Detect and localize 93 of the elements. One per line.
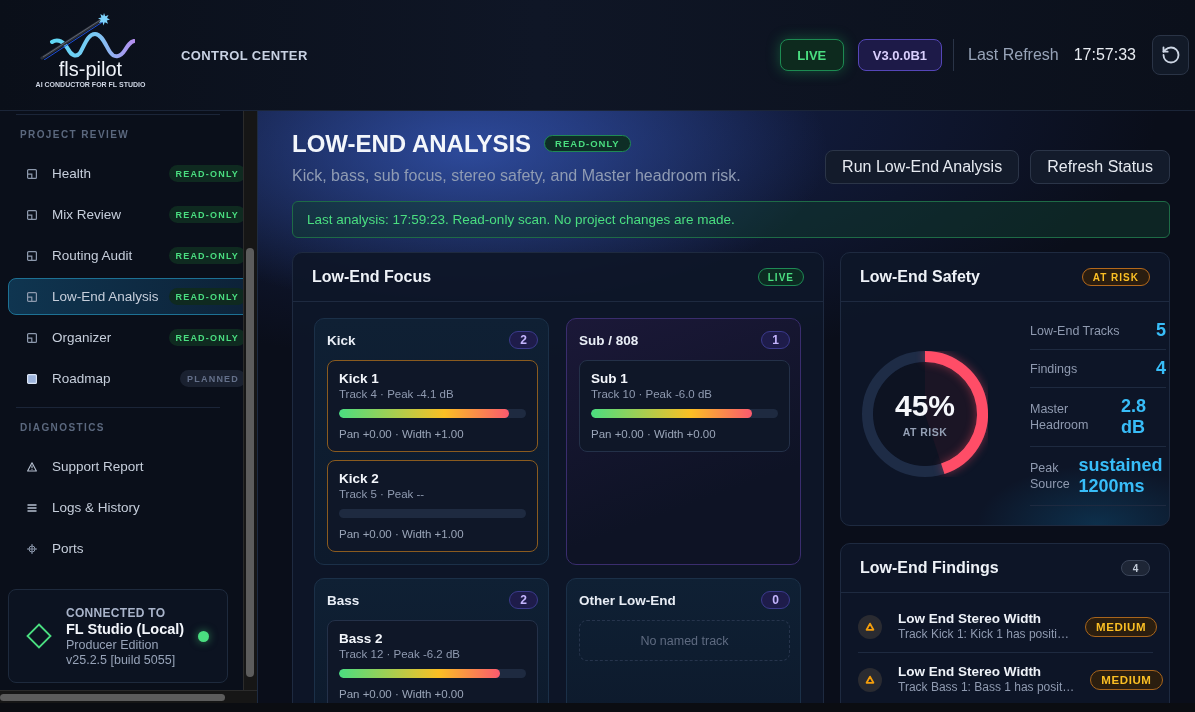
- finding-description: Track Bass 1: Bass 1 has posit…: [898, 680, 1075, 695]
- action-button[interactable]: Run Low-End Analysis: [825, 150, 1020, 184]
- track-detail: Pan +0.00 · Width +0.00: [339, 687, 465, 701]
- connection-name: FL Studio (Local): [66, 620, 185, 638]
- track-name: Kick 1: [339, 370, 380, 387]
- panel-icon: [27, 168, 37, 179]
- page-subtitle: Kick, bass, sub focus, stereo safety, and Master headroom risk.: [292, 166, 741, 186]
- filled-square-icon: [27, 373, 37, 384]
- live-status-badge: LIVE: [779, 39, 844, 71]
- count-badge: 2: [509, 331, 538, 349]
- warning-icon: [858, 667, 882, 692]
- nav-item[interactable]: Low-End Analysis READ-ONLY: [8, 278, 243, 315]
- panel-icon: [27, 209, 37, 220]
- gauge-value: 45%: [894, 388, 955, 423]
- stat-label: Low-End Tracks: [1030, 322, 1120, 339]
- page-title: LOW-END ANALYSIS: [292, 129, 532, 158]
- mode-badge: READ-ONLY: [168, 165, 243, 182]
- crosshair-icon: [27, 543, 37, 554]
- severity-badge: MEDIUM: [1090, 669, 1163, 690]
- track-meta: Track 4 · Peak -4.1 dB: [339, 387, 455, 401]
- nav-item[interactable]: Support Report: [8, 448, 243, 485]
- track-name: Sub 1: [591, 370, 629, 387]
- nav-item[interactable]: Logs & History: [8, 489, 243, 526]
- panel-icon: [27, 291, 37, 302]
- stat-label: Master Headroom: [1030, 401, 1090, 433]
- wand-wave-icon: [40, 12, 135, 60]
- connection-heading: CONNECTED TO: [66, 604, 167, 621]
- group-title: Kick: [327, 332, 356, 348]
- section-heading: DIAGNOSTICS: [20, 422, 106, 434]
- read-only-badge: READ-ONLY: [544, 135, 631, 152]
- track-detail: Pan +0.00 · Width +0.00: [591, 427, 717, 441]
- mode-badge: READ-ONLY: [168, 288, 243, 305]
- group-title: Sub / 808: [579, 332, 639, 348]
- nav-item[interactable]: Organizer READ-ONLY: [8, 319, 243, 356]
- section-heading: PROJECT REVIEW: [20, 129, 131, 141]
- panel-icon: [27, 250, 37, 261]
- mode-badge: READ-ONLY: [168, 247, 243, 264]
- warning-icon: [27, 461, 37, 472]
- action-button[interactable]: Refresh Status: [1030, 150, 1170, 184]
- gauge-label: AT RISK: [902, 425, 948, 439]
- logo-text: fls-pilot: [58, 60, 123, 79]
- refresh-time: 17:57:33: [1073, 46, 1136, 64]
- panel-icon: [27, 332, 37, 343]
- track-meta: Track 10 · Peak -6.0 dB: [591, 387, 713, 401]
- scrollbar-thumb[interactable]: [246, 248, 254, 677]
- track-detail: Pan +0.00 · Width +1.00: [339, 527, 465, 541]
- severity-badge: MEDIUM: [1084, 616, 1158, 637]
- mode-badge: PLANNED: [180, 370, 243, 387]
- version-badge: V3.0.0B1: [857, 39, 942, 71]
- count-badge: 0: [761, 591, 790, 609]
- nav-item[interactable]: Routing Audit READ-ONLY: [8, 237, 243, 274]
- scrollbar-thumb[interactable]: [0, 694, 225, 701]
- group-title: Other Low-End: [579, 592, 676, 608]
- stat-label: Peak Source: [1030, 460, 1071, 492]
- connection-version: v25.2.5 [build 5055]: [66, 652, 177, 668]
- count-badge: 1: [761, 331, 790, 349]
- track-meta: Track 12 · Peak -6.2 dB: [339, 647, 461, 661]
- track-name: Bass 2: [339, 630, 384, 647]
- refresh-icon: [1160, 45, 1181, 65]
- track-meta: Track 5 · Peak --: [339, 487, 426, 501]
- track-name: Kick 2: [339, 470, 380, 487]
- app-title: CONTROL CENTER: [181, 47, 308, 63]
- count-badge: 2: [509, 591, 538, 609]
- finding-description: Track Kick 1: Kick 1 has positi…: [898, 627, 1069, 642]
- mode-badge: READ-ONLY: [168, 206, 243, 223]
- finding-title: Low End Stereo Width: [898, 611, 1043, 627]
- panel-title: Low-End Findings: [860, 559, 999, 577]
- diamond-icon: [26, 623, 52, 649]
- stat-label: Findings: [1030, 360, 1078, 377]
- live-badge: LIVE: [757, 268, 804, 286]
- list-icon: [27, 502, 37, 513]
- track-detail: Pan +0.00 · Width +1.00: [339, 427, 465, 441]
- nav-item[interactable]: Roadmap PLANNED: [8, 360, 243, 397]
- warning-icon: [858, 614, 882, 639]
- count-badge: 4: [1121, 560, 1150, 576]
- stat-value: 5: [1156, 320, 1166, 341]
- stat-value: 4: [1156, 358, 1166, 379]
- nav-item[interactable]: Mix Review READ-ONLY: [8, 196, 243, 233]
- nav-item[interactable]: Health READ-ONLY: [8, 155, 243, 192]
- mode-badge: READ-ONLY: [168, 329, 243, 346]
- panel-title: Low-End Safety: [860, 268, 980, 286]
- nav-item[interactable]: Ports: [8, 530, 243, 567]
- info-banner: Last analysis: 17:59:23. Read-only scan. No project changes are made.: [292, 201, 1170, 238]
- connection-edition: Producer Edition: [66, 637, 160, 653]
- stat-value: 2.8 dB: [1121, 396, 1148, 438]
- refresh-label: Last Refresh: [968, 46, 1059, 64]
- finding-title: Low End Stereo Width: [898, 664, 1043, 680]
- refresh-button[interactable]: [1152, 35, 1189, 75]
- stat-value: sustained 1200ms: [1078, 455, 1164, 497]
- panel-title: Low-End Focus: [312, 268, 432, 286]
- group-title: Bass: [327, 592, 360, 608]
- empty-track-field: No named track: [579, 620, 790, 661]
- risk-badge: AT RISK: [1081, 268, 1150, 286]
